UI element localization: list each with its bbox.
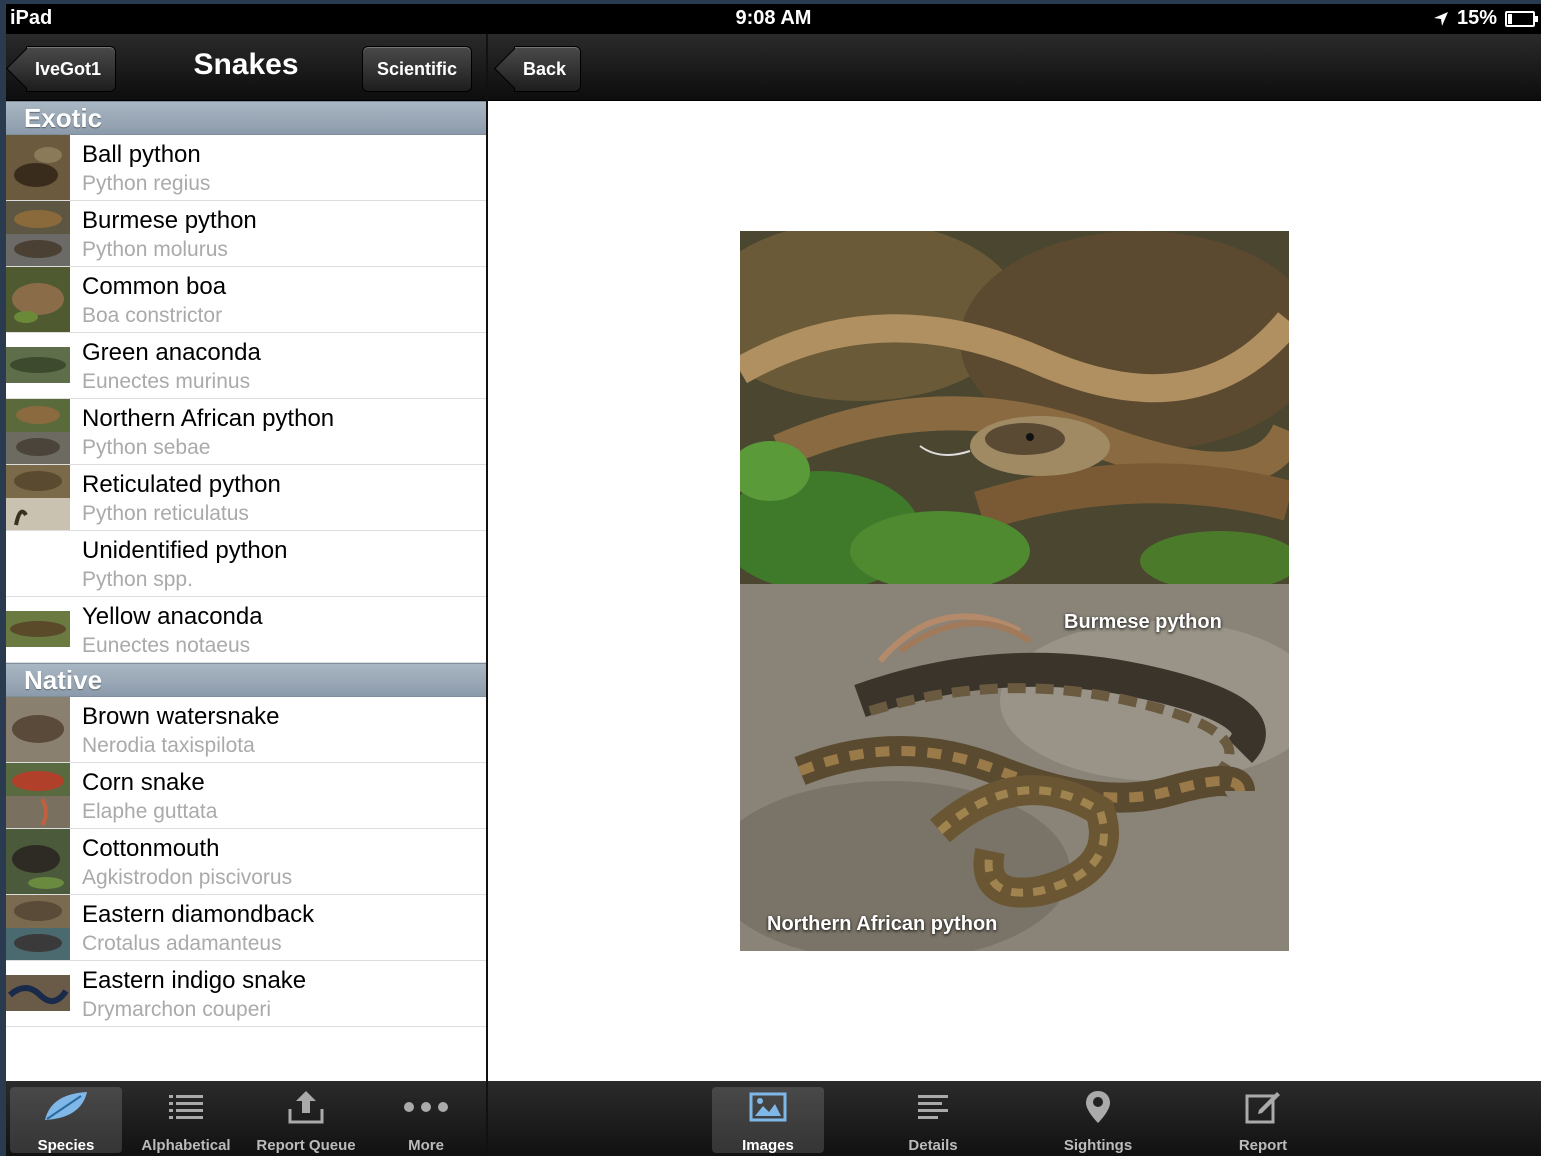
list-item[interactable]: Yellow anaconda Eunectes notaeus xyxy=(6,597,486,663)
species-name: Reticulated python xyxy=(82,471,281,498)
thumbnail-image xyxy=(6,465,70,530)
species-name: Green anaconda xyxy=(82,339,261,366)
species-scientific: Boa constrictor xyxy=(82,304,223,327)
species-list[interactable]: Exotic Ball python Python regius Burmese… xyxy=(6,101,486,1081)
tab-label: Report Queue xyxy=(256,1137,356,1154)
tab-alphabetical[interactable]: Alphabetical xyxy=(130,1087,242,1154)
tab-report-queue[interactable]: Report Queue xyxy=(250,1087,362,1154)
species-photo[interactable]: Burmese python Northern African python xyxy=(740,231,1289,951)
location-arrow-icon xyxy=(1433,11,1448,26)
thumbnail-image xyxy=(6,201,70,266)
species-name: Burmese python xyxy=(82,207,257,234)
tab-more[interactable]: More xyxy=(370,1087,482,1154)
species-scientific: Python molurus xyxy=(82,238,228,261)
species-scientific: Crotalus adamanteus xyxy=(82,932,282,955)
details-icon xyxy=(918,1095,948,1119)
species-scientific: Drymarchon couperi xyxy=(82,998,272,1021)
list-item[interactable]: Ball python Python regius xyxy=(6,135,486,201)
species-name: Brown watersnake xyxy=(82,703,280,730)
ipad-screen: iPad 9:08 AM 15% IveGot1 Snakes Scientif… xyxy=(6,4,1541,1156)
list-item[interactable]: Northern African python Python sebae xyxy=(6,399,486,465)
battery-percent: 15% xyxy=(1456,7,1497,29)
tab-label: Images xyxy=(742,1137,794,1154)
thumbnail-image xyxy=(6,895,70,960)
list-item[interactable]: Eastern indigo snake Drymarchon couperi xyxy=(6,961,486,1027)
list-icon xyxy=(169,1095,203,1119)
species-name: Corn snake xyxy=(82,769,205,796)
tab-images[interactable]: Images xyxy=(712,1087,824,1154)
detail-navbar: Back xyxy=(488,34,1541,101)
species-name: Unidentified python xyxy=(82,537,288,564)
tab-label: Report xyxy=(1238,1137,1288,1154)
python-photo-image xyxy=(740,231,1289,951)
list-item[interactable]: Corn snake Elaphe guttata xyxy=(6,763,486,829)
status-right: 15% xyxy=(1433,7,1538,30)
section-header-exotic: Exotic xyxy=(6,101,486,135)
thumbnail-image xyxy=(6,829,70,894)
detail-tab-bar: Images Details Sightings Report xyxy=(488,1081,1541,1156)
scientific-toggle-button[interactable]: Scientific xyxy=(361,46,472,92)
image-icon xyxy=(749,1092,787,1122)
back-button[interactable]: Back xyxy=(514,46,582,92)
more-icon xyxy=(404,1102,448,1112)
tab-label: Details xyxy=(908,1137,958,1154)
compose-icon xyxy=(1245,1092,1280,1124)
tab-label: Sightings xyxy=(1063,1137,1133,1154)
list-navbar: IveGot1 Snakes Scientific xyxy=(6,34,486,101)
detail-pane: Burmese python Northern African python xyxy=(488,101,1541,1081)
list-item[interactable]: Reticulated python Python reticulatus xyxy=(6,465,486,531)
clock: 9:08 AM xyxy=(735,7,812,29)
leaf-icon xyxy=(45,1092,87,1120)
thumbnail-image xyxy=(6,399,70,464)
thumbnail-image xyxy=(6,597,70,662)
pin-icon xyxy=(1086,1091,1110,1123)
list-item[interactable]: Cottonmouth Agkistrodon piscivorus xyxy=(6,829,486,895)
caption-burmese-python: Burmese python xyxy=(1064,611,1222,633)
species-name: Cottonmouth xyxy=(82,835,220,862)
species-name: Common boa xyxy=(82,273,227,300)
thumbnail-image xyxy=(6,135,70,200)
tab-details[interactable]: Details xyxy=(877,1087,989,1154)
tab-report[interactable]: Report xyxy=(1207,1087,1319,1154)
species-name: Yellow anaconda xyxy=(82,603,263,630)
tab-label: Alphabetical xyxy=(141,1137,231,1154)
ivegot1-back-button[interactable]: IveGot1 xyxy=(26,46,117,92)
list-item[interactable]: Green anaconda Eunectes murinus xyxy=(6,333,486,399)
list-item[interactable]: Eastern diamondback Crotalus adamanteus xyxy=(6,895,486,961)
list-item[interactable]: Unidentified python Python spp. xyxy=(6,531,486,597)
species-scientific: Python regius xyxy=(82,172,211,195)
tab-label: Species xyxy=(37,1137,95,1154)
species-scientific: Elaphe guttata xyxy=(82,800,218,823)
caption-northern-african-python: Northern African python xyxy=(767,913,998,935)
species-name: Northern African python xyxy=(82,405,335,432)
species-scientific: Python reticulatus xyxy=(82,502,249,525)
thumbnail-image xyxy=(6,763,70,828)
thumbnail-image xyxy=(6,333,70,398)
species-name: Eastern indigo snake xyxy=(82,967,307,994)
tab-label: More xyxy=(408,1137,444,1154)
thumbnail-image xyxy=(6,961,70,1026)
tab-sightings[interactable]: Sightings xyxy=(1042,1087,1154,1154)
thumbnail-image xyxy=(6,267,70,332)
species-scientific: Nerodia taxispilota xyxy=(82,734,255,757)
species-scientific: Eunectes murinus xyxy=(82,370,251,393)
thumbnail-image xyxy=(6,697,70,762)
battery-icon xyxy=(1505,10,1538,27)
list-item[interactable]: Common boa Boa constrictor xyxy=(6,267,486,333)
status-bar: iPad 9:08 AM 15% xyxy=(6,4,1541,34)
species-scientific: Agkistrodon piscivorus xyxy=(82,866,293,889)
list-item[interactable]: Burmese python Python molurus xyxy=(6,201,486,267)
species-name: Ball python xyxy=(82,141,201,168)
tab-species[interactable]: Species xyxy=(10,1087,122,1154)
upload-icon xyxy=(288,1091,324,1124)
list-item[interactable]: Brown watersnake Nerodia taxispilota xyxy=(6,697,486,763)
species-scientific: Python sebae xyxy=(82,436,211,459)
species-scientific: Eunectes notaeus xyxy=(82,634,251,657)
list-tab-bar: Species Alphabetical Report Queue More xyxy=(6,1081,486,1156)
section-header-native: Native xyxy=(6,663,486,697)
species-name: Eastern diamondback xyxy=(82,901,315,928)
species-scientific: Python spp. xyxy=(82,568,193,591)
